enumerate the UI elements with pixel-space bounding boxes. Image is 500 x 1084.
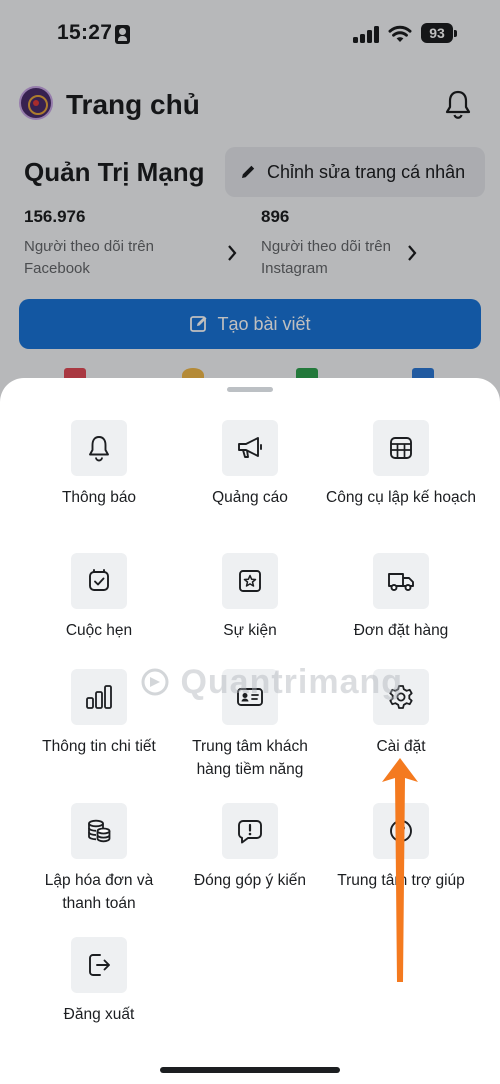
menu-item-planner[interactable]: Công cụ lập kế hoạch	[318, 420, 484, 509]
menu-item-label: Sự kiện	[223, 622, 277, 639]
logout-icon	[89, 954, 110, 976]
appointment-icon	[89, 569, 109, 591]
menu-sheet: Thông báo Quảng cáo Công cụ lập kế hoạch	[0, 378, 500, 1084]
event-star-icon	[239, 570, 261, 592]
menu-item-feedback[interactable]: Đóng góp ý kiến	[167, 803, 333, 892]
watermark-logo-icon	[141, 668, 169, 696]
watermark-text: Quantrimang	[180, 663, 404, 701]
menu-item-appointments[interactable]: Cuộc hẹn	[16, 553, 182, 642]
menu-item-label: Quảng cáo	[212, 489, 288, 506]
calendar-grid-icon	[390, 437, 412, 459]
coins-icon	[88, 819, 111, 843]
menu-item-label: Đơn đặt hàng	[353, 622, 449, 639]
feedback-icon	[238, 820, 262, 844]
menu-item-label: Công cụ lập kế hoạch	[326, 489, 476, 506]
bell-icon	[89, 436, 109, 462]
menu-item-orders[interactable]: Đơn đặt hàng	[318, 553, 484, 642]
menu-item-events[interactable]: Sự kiện	[167, 553, 333, 642]
menu-item-label: Đóng góp ý kiến	[193, 872, 307, 889]
home-indicator	[160, 1067, 340, 1073]
menu-item-label: Thông báo	[61, 489, 137, 506]
bar-chart-icon	[86, 685, 112, 709]
truck-icon	[388, 573, 414, 591]
menu-item-label: Cuộc hẹn	[65, 622, 133, 639]
annotation-arrow-icon	[382, 758, 418, 982]
menu-item-label: Trung tâm khách hàng tiềm năng	[192, 738, 308, 778]
menu-item-label: Thông tin chi tiết	[42, 738, 156, 755]
watermark: Quantrimang	[140, 663, 403, 702]
menu-item-ads[interactable]: Quảng cáo	[167, 420, 333, 509]
menu-item-label: Lập hóa đơn và thanh toán	[44, 872, 154, 912]
menu-item-billing[interactable]: Lập hóa đơn và thanh toán	[16, 803, 182, 915]
megaphone-icon	[238, 437, 262, 458]
menu-item-notifications[interactable]: Thông báo	[16, 420, 182, 509]
menu-item-logout[interactable]: Đăng xuất	[16, 937, 182, 1026]
menu-item-label: Đăng xuất	[63, 1006, 135, 1023]
sheet-grabber[interactable]	[227, 387, 273, 392]
